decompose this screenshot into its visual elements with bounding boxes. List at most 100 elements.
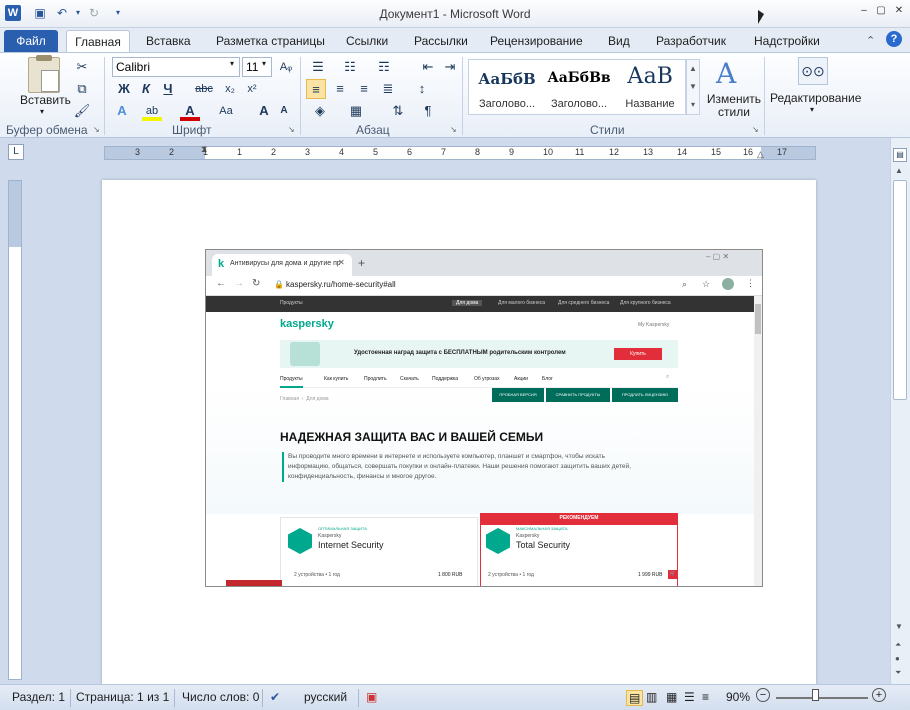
align-left-icon[interactable]: ≡	[306, 79, 326, 99]
my-kaspersky-link[interactable]: My Kaspersky	[638, 322, 669, 328]
text-effects-icon[interactable]: A	[112, 101, 132, 121]
tab-view[interactable]: Вид	[602, 30, 636, 52]
zoom-level[interactable]: 90%	[726, 690, 750, 704]
section-indicator[interactable]: Раздел: 1	[12, 690, 65, 704]
tab-addins[interactable]: Надстройки	[748, 30, 826, 52]
breadcrumb-item[interactable]: Главная	[280, 396, 299, 402]
chevron-down-icon[interactable]: ▾	[810, 105, 814, 114]
strikethrough-button[interactable]: abc	[194, 79, 214, 99]
font-size-field[interactable]: 11	[242, 57, 272, 77]
forward-icon[interactable]: →	[234, 278, 244, 289]
underline-button[interactable]: Ч	[158, 79, 178, 99]
draft-icon[interactable]: ≡	[702, 690, 709, 704]
site-menu-item[interactable]: Продукты	[280, 376, 303, 388]
renew-button[interactable]: ПРОДЛИТЬ ЛИЦЕНЗИЮ	[612, 388, 678, 402]
search-icon[interactable]: ⌕	[666, 374, 669, 381]
shrink-font-button[interactable]: A	[274, 101, 294, 121]
address-bar[interactable]: kaspersky.ru/home-security#all	[286, 280, 396, 289]
bullets-icon[interactable]: ☰	[308, 57, 328, 77]
site-menu-item[interactable]: Продлить	[364, 376, 387, 382]
tab-references[interactable]: Ссылки	[340, 30, 394, 52]
buy-button[interactable]: Купить	[614, 348, 662, 360]
styles-scroll[interactable]: ▲ ▼ ▾	[686, 59, 700, 115]
compare-button[interactable]: СРАВНИТЬ ПРОДУКТЫ	[546, 388, 610, 402]
multilevel-list-icon[interactable]: ☶	[374, 57, 394, 77]
tab-mailings[interactable]: Рассылки	[408, 30, 474, 52]
spellcheck-icon[interactable]: ✔	[270, 690, 280, 704]
justify-icon[interactable]: ≣	[378, 79, 398, 99]
binoculars-icon[interactable]: ⊙⊙	[798, 57, 828, 85]
scroll-down-icon[interactable]: ▼	[895, 622, 903, 631]
topnav-item[interactable]: Для среднего бизнеса	[558, 300, 609, 306]
font-color-icon[interactable]: A	[180, 101, 200, 121]
editing-button[interactable]: Редактирование	[770, 91, 861, 105]
new-tab-icon[interactable]: +	[358, 256, 365, 270]
page-indicator[interactable]: Страница: 1 из 1	[76, 690, 169, 704]
subscript-button[interactable]: x₂	[220, 79, 240, 99]
next-page-icon[interactable]: ⏷	[895, 668, 901, 678]
italic-button[interactable]: К	[136, 79, 156, 99]
horizontal-ruler[interactable]: ⧗ △ 3 2 1 1 2 3 4 5 6 7 8 9 10 11 12 13 …	[104, 144, 816, 160]
page-scrollbar[interactable]	[754, 296, 762, 586]
zoom-in-icon[interactable]: +	[872, 688, 886, 702]
print-layout-icon[interactable]: ▤	[626, 690, 644, 706]
dialog-launcher-icon[interactable]: ↘	[93, 125, 100, 134]
superscript-button[interactable]: x²	[242, 79, 262, 99]
site-menu-item[interactable]: Об угрозах	[474, 376, 500, 382]
change-styles-button[interactable]: Изменить стили	[704, 93, 764, 119]
cart-icon[interactable]: 🛒	[668, 570, 678, 579]
clear-format-icon[interactable]: Aᵩ	[276, 57, 296, 77]
styles-gallery[interactable]: АаБбВ Заголово... АаБбВв Заголово... АаВ…	[468, 59, 686, 115]
help-icon[interactable]: ?	[886, 31, 902, 47]
product-name[interactable]: Internet Security	[318, 540, 384, 550]
outline-icon[interactable]: ☰	[684, 690, 695, 704]
topnav-item[interactable]: Продукты	[280, 300, 303, 306]
align-center-icon[interactable]: ≡	[330, 79, 350, 99]
chevron-down-icon[interactable]: ▾	[230, 59, 234, 68]
site-logo[interactable]: kaspersky	[280, 318, 334, 330]
full-screen-icon[interactable]: ▥	[646, 690, 657, 704]
align-right-icon[interactable]: ≡	[354, 79, 374, 99]
cut-icon[interactable]: ✂	[72, 57, 92, 77]
zoom-slider-thumb[interactable]	[812, 689, 819, 701]
tab-insert[interactable]: Вставка	[140, 30, 197, 52]
scrollbar-thumb[interactable]	[893, 180, 907, 400]
minimize-button[interactable]: –	[855, 4, 873, 20]
word-count[interactable]: Число слов: 0	[182, 690, 259, 704]
prev-page-icon[interactable]: ⏶	[895, 640, 901, 650]
borders-icon[interactable]: ▦	[346, 101, 366, 121]
dialog-launcher-icon[interactable]: ↘	[450, 125, 457, 134]
line-spacing-icon[interactable]: ↕	[412, 79, 432, 99]
style-title[interactable]: АаВ Название	[615, 60, 685, 114]
product-devices[interactable]: 2 устройства • 1 год	[294, 572, 340, 578]
format-painter-icon[interactable]: 🖌	[72, 101, 92, 121]
topnav-item[interactable]: Для крупного бизнеса	[620, 300, 671, 306]
site-menu-item[interactable]: Акции	[514, 376, 528, 382]
topnav-item[interactable]: Для малого бизнеса	[498, 300, 545, 306]
style-heading-2[interactable]: АаБбВв Заголово...	[543, 60, 615, 114]
tab-file[interactable]: Файл	[4, 30, 58, 52]
close-icon[interactable]: ✕	[338, 258, 345, 267]
reload-icon[interactable]: ↻	[252, 278, 260, 289]
tab-review[interactable]: Рецензирование	[484, 30, 589, 52]
scroll-up-icon[interactable]: ▲	[895, 166, 903, 175]
topnav-item[interactable]: Для дома	[452, 300, 483, 306]
site-menu-item[interactable]: Как купить	[324, 376, 348, 382]
sort-icon[interactable]: ⇅	[388, 101, 408, 121]
product-devices[interactable]: 2 устройства • 1 год	[488, 572, 534, 578]
paste-button[interactable]: Вставить	[20, 93, 71, 107]
grow-font-button[interactable]: A	[254, 101, 274, 121]
paste-icon[interactable]	[28, 55, 60, 93]
web-layout-icon[interactable]: ▦	[666, 690, 677, 704]
chevron-down-icon[interactable]: ▾	[40, 107, 44, 116]
breadcrumb-item[interactable]: Для дома	[306, 396, 328, 402]
select-browse-icon[interactable]: ●	[895, 654, 900, 663]
pilcrow-icon[interactable]: ¶	[418, 101, 438, 121]
menu-icon[interactable]: ⋮	[746, 278, 755, 289]
change-case-button[interactable]: Aa	[216, 101, 236, 121]
avatar[interactable]	[722, 278, 734, 290]
dialog-launcher-icon[interactable]: ↘	[288, 125, 295, 134]
trial-button[interactable]: ПРОБНАЯ ВЕРСИЯ	[492, 388, 544, 402]
tab-developer[interactable]: Разработчик	[650, 30, 732, 52]
star-icon[interactable]: ☆	[702, 279, 710, 290]
